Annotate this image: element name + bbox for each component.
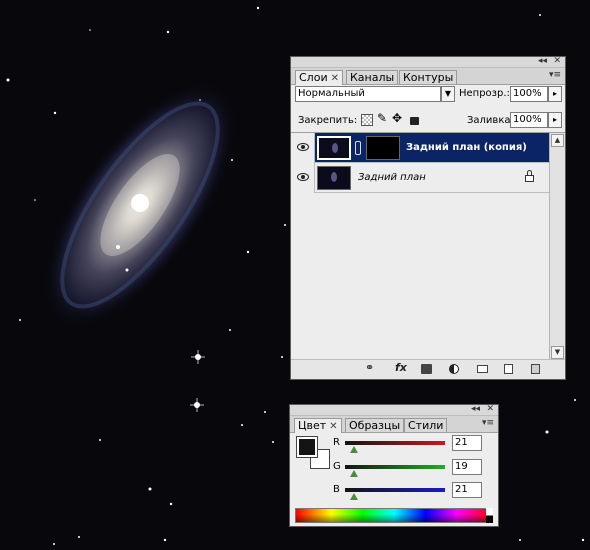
opacity-input[interactable]: 100% <box>510 86 548 102</box>
g-value-input[interactable]: 19 <box>452 459 482 475</box>
g-slider-track[interactable] <box>345 465 445 469</box>
tab-swatches[interactable]: Образцы <box>345 418 405 432</box>
b-value-input[interactable]: 21 <box>452 482 482 498</box>
lock-brush-icon[interactable]: ✎ <box>377 111 387 125</box>
tab-layers-label: Слои <box>299 71 328 84</box>
tab-paths[interactable]: Контуры <box>399 70 458 84</box>
layers-toolbar: ⚭ fx <box>291 359 565 379</box>
panel-menu-icon[interactable]: ▾≡ <box>482 418 494 428</box>
tab-swatches-label: Образцы <box>349 419 401 432</box>
lock-move-icon[interactable]: ✥ <box>392 111 402 125</box>
opacity-label: Непрозр.: <box>459 88 510 99</box>
opacity-value: 100% <box>513 88 542 99</box>
r-slider-thumb[interactable] <box>350 446 358 453</box>
lock-shackle-icon <box>527 170 532 176</box>
layer-row-background[interactable]: Задний план <box>292 163 549 193</box>
lock-label: Закрепить: <box>298 115 358 126</box>
color-spectrum-bar[interactable] <box>295 508 493 523</box>
mask-link-icon[interactable] <box>355 141 361 155</box>
channel-g-label: G <box>333 461 341 472</box>
opacity-arrow-icon[interactable]: ▸ <box>548 86 562 102</box>
tab-close-icon[interactable]: ✕ <box>329 421 337 432</box>
g-slider-thumb[interactable] <box>350 470 358 477</box>
fill-arrow-icon[interactable]: ▸ <box>548 112 562 128</box>
new-layer-icon[interactable] <box>504 364 513 374</box>
collapse-button[interactable]: ◂◂ <box>538 55 547 67</box>
layer-mask-thumbnail <box>366 136 400 160</box>
panel-menu-icon[interactable]: ▾≡ <box>549 70 561 80</box>
color-panel-titlebar[interactable]: ◂◂ ✕ <box>290 403 498 416</box>
layer-name[interactable]: Задний план (копия) <box>406 142 527 153</box>
channel-r-label: R <box>333 437 340 448</box>
folder-icon[interactable] <box>477 365 488 373</box>
layers-panel: ◂◂ ✕ Слои ✕ Каналы Контуры ▾≡ Нормальный … <box>290 56 566 380</box>
collapse-button[interactable]: ◂◂ <box>471 403 480 415</box>
tab-paths-label: Контуры <box>403 71 454 84</box>
layer-name[interactable]: Задний план <box>358 172 426 183</box>
layers-panel-titlebar[interactable]: ◂◂ ✕ <box>291 55 565 68</box>
layer-thumbnail <box>317 136 351 160</box>
blend-mode-value: Нормальный <box>298 88 365 99</box>
r-value-input[interactable]: 21 <box>452 435 482 451</box>
layers-scrollbar[interactable]: ▲ ▼ <box>549 133 565 361</box>
scroll-down-icon[interactable]: ▼ <box>551 346 564 359</box>
close-icon[interactable]: ✕ <box>486 403 494 415</box>
r-slider-track[interactable] <box>345 441 445 445</box>
tab-styles[interactable]: Стили <box>404 418 448 432</box>
blend-mode-select[interactable]: Нормальный <box>295 86 441 102</box>
fill-value: 100% <box>513 114 542 125</box>
close-icon[interactable]: ✕ <box>553 55 561 67</box>
spectrum-black-white[interactable] <box>486 508 493 523</box>
tab-channels[interactable]: Каналы <box>346 70 399 84</box>
channel-b-label: B <box>333 484 340 495</box>
mask-icon[interactable] <box>421 364 432 374</box>
chevron-down-icon[interactable]: ▼ <box>441 86 455 102</box>
tab-channels-label: Каналы <box>350 71 395 84</box>
color-tabs: Цвет ✕ Образцы Стили ▾≡ <box>290 416 498 433</box>
tab-styles-label: Стили <box>408 419 444 432</box>
tab-color-label: Цвет <box>298 419 327 432</box>
g-value: 19 <box>455 461 468 472</box>
link-icon[interactable]: ⚭ <box>365 362 374 374</box>
visibility-eye-icon[interactable] <box>292 133 315 163</box>
foreground-swatch[interactable] <box>296 436 318 458</box>
layers-list: Задний план (копия) Задний план ▲ ▼ <box>291 132 565 361</box>
tab-layers[interactable]: Слои ✕ <box>295 70 343 85</box>
b-slider-track[interactable] <box>345 488 445 492</box>
layers-tabs: Слои ✕ Каналы Контуры ▾≡ <box>291 68 565 85</box>
layer-thumbnail <box>317 166 351 190</box>
adjustment-icon[interactable] <box>449 364 459 374</box>
scroll-up-icon[interactable]: ▲ <box>551 134 564 147</box>
color-panel: ◂◂ ✕ Цвет ✕ Образцы Стили ▾≡ R 21 G 19 B … <box>289 404 499 527</box>
layer-row-copy[interactable]: Задний план (копия) <box>292 133 549 163</box>
fx-icon[interactable]: fx <box>395 362 407 374</box>
b-slider-thumb[interactable] <box>350 493 358 500</box>
r-value: 21 <box>455 437 468 448</box>
fill-input[interactable]: 100% <box>510 112 548 128</box>
lock-icon <box>525 175 534 182</box>
tab-color[interactable]: Цвет ✕ <box>294 418 342 433</box>
trash-icon[interactable] <box>531 364 540 374</box>
b-value: 21 <box>455 484 468 495</box>
lock-transparent-icon[interactable] <box>361 114 373 126</box>
tab-close-icon[interactable]: ✕ <box>331 73 339 84</box>
fill-label: Заливка: <box>467 115 514 126</box>
lock-all-icon[interactable] <box>410 117 419 125</box>
visibility-eye-icon[interactable] <box>292 163 315 193</box>
